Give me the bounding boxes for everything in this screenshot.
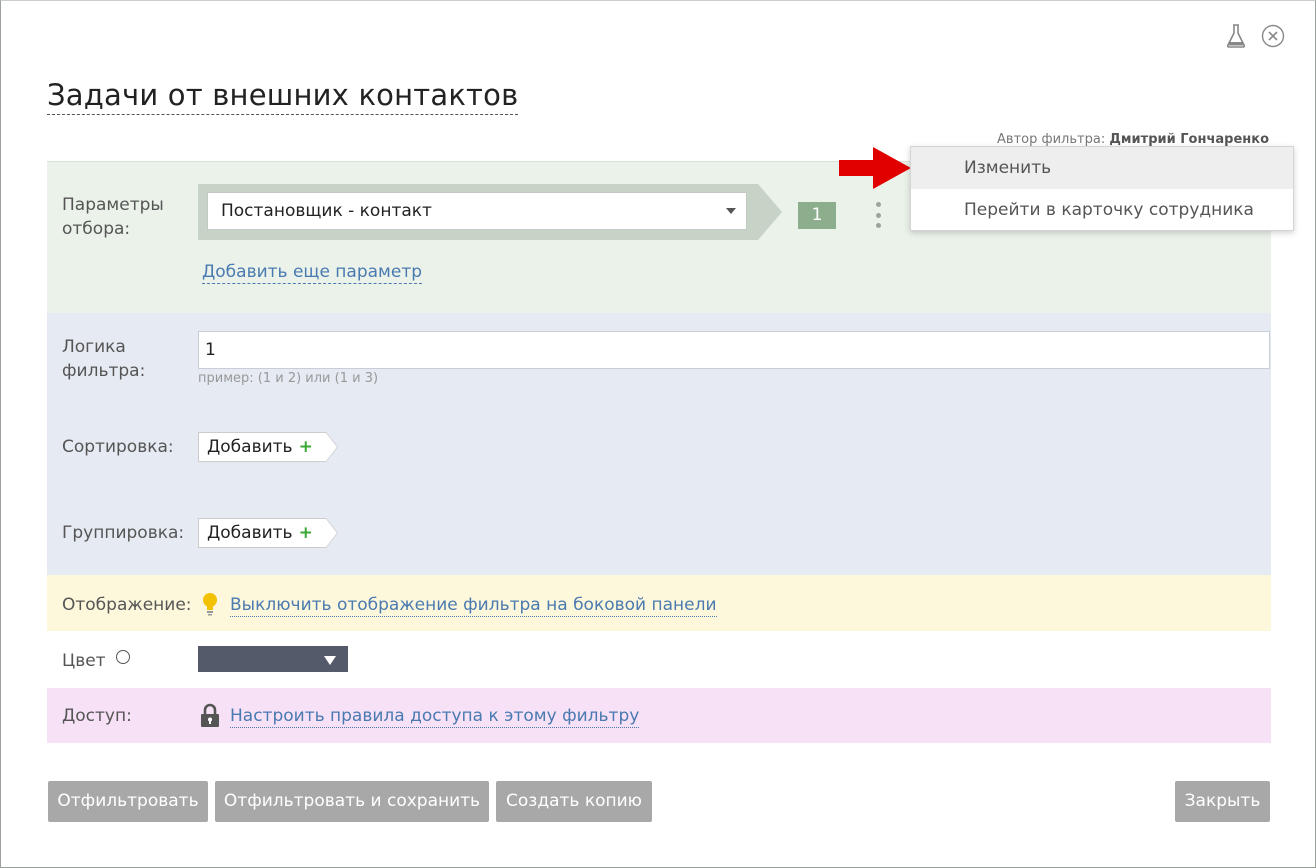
- context-menu: Изменить Перейти в карточку сотрудника: [910, 146, 1294, 231]
- logic-hint: пример: (1 и 2) или (1 и 3): [198, 371, 379, 386]
- logic-input[interactable]: 1: [198, 331, 1270, 369]
- add-group-button[interactable]: Добавить +: [198, 518, 338, 548]
- param-number-badge: 1: [798, 202, 836, 229]
- access-rules-link[interactable]: Настроить правила доступа к этому фильтр…: [230, 705, 640, 728]
- color-select[interactable]: [198, 646, 348, 672]
- red-arrow-icon: [839, 147, 911, 189]
- filter-save-button[interactable]: Отфильтровать и сохранить: [215, 781, 489, 822]
- access-label: Доступ:: [62, 706, 132, 726]
- add-param-link[interactable]: Добавить еще параметр: [202, 261, 423, 284]
- plus-icon: +: [298, 523, 313, 543]
- group-label: Группировка:: [62, 523, 185, 543]
- chevron-down-icon: [726, 208, 736, 214]
- logic-section: Логика фильтра: 1 пример: (1 и 2) или (1…: [47, 313, 1271, 575]
- flask-icon[interactable]: [1225, 23, 1247, 49]
- lightbulb-icon: [203, 593, 217, 616]
- param-select-value: Постановщик - контакт: [221, 201, 432, 221]
- filter-dialog: Задачи от внешних контактов Автор фильтр…: [0, 0, 1316, 868]
- author-label: Автор фильтра:: [997, 132, 1106, 147]
- filter-author: Автор фильтра: Дмитрий Гончаренко: [997, 132, 1269, 147]
- param-arrow: [758, 184, 782, 240]
- menu-item-employee-card[interactable]: Перейти в карточку сотрудника: [911, 189, 1293, 231]
- create-copy-button[interactable]: Создать копию: [496, 781, 652, 822]
- param-select[interactable]: Постановщик - контакт: [207, 192, 747, 230]
- display-label: Отображение:: [62, 595, 192, 615]
- params-label: Параметры отбора:: [62, 195, 164, 239]
- plus-icon: +: [298, 437, 313, 457]
- filter-button[interactable]: Отфильтровать: [48, 781, 208, 822]
- top-icons: [1225, 23, 1285, 49]
- lock-icon: [201, 703, 219, 727]
- logic-label: Логика фильтра:: [62, 337, 146, 381]
- toggle-sidebar-display-link[interactable]: Выключить отображение фильтра на боковой…: [230, 594, 717, 617]
- color-label: Цвет: [62, 651, 106, 671]
- color-radio[interactable]: [116, 650, 130, 664]
- access-section: Доступ: Настроить правила доступа к этом…: [47, 688, 1271, 743]
- menu-item-edit[interactable]: Изменить: [911, 147, 1293, 189]
- display-section: Отображение: Выключить отображение фильт…: [47, 575, 1271, 631]
- add-group-label: Добавить: [207, 523, 293, 543]
- sort-label: Сортировка:: [62, 437, 174, 457]
- color-section: Цвет: [47, 631, 1271, 688]
- add-sort-label: Добавить: [207, 437, 293, 457]
- close-button[interactable]: Закрыть: [1175, 781, 1270, 822]
- chevron-down-icon: [324, 656, 336, 665]
- close-icon[interactable]: [1261, 24, 1285, 48]
- add-sort-button[interactable]: Добавить +: [198, 432, 338, 462]
- author-name: Дмитрий Гончаренко: [1109, 132, 1269, 147]
- filter-title[interactable]: Задачи от внешних контактов: [47, 77, 519, 115]
- more-dots-icon[interactable]: [875, 202, 881, 228]
